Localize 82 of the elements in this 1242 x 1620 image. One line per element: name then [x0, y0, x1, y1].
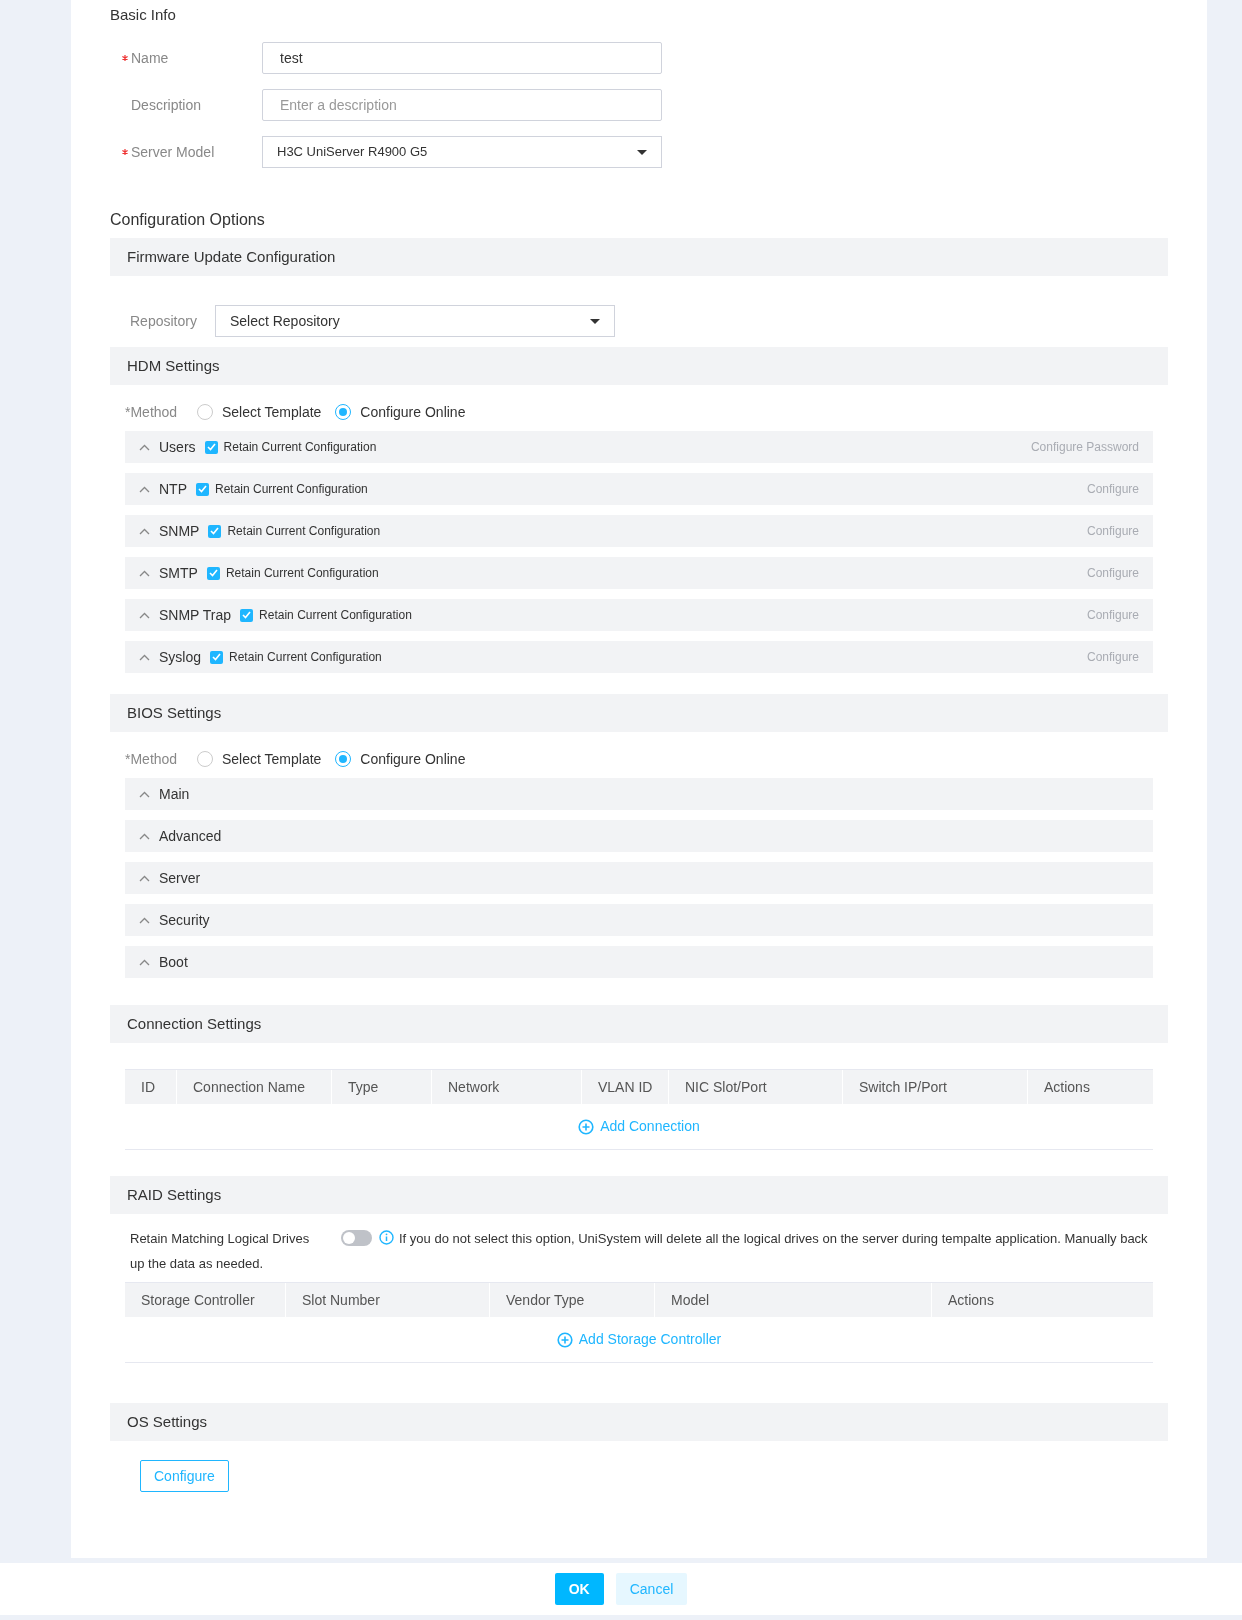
section-title: RAID Settings: [127, 1184, 222, 1205]
checkmark-icon: [198, 485, 207, 493]
select-field[interactable]: Select Repository: [214, 305, 615, 337]
field-label: Server Model: [131, 142, 215, 162]
chevron-up-icon: [139, 790, 150, 798]
collapse-row[interactable]: Boot: [125, 946, 1153, 978]
caret-icon: [637, 149, 647, 155]
column-header: Vendor Type: [489, 1283, 654, 1317]
field-label: *Method: [125, 402, 179, 422]
checkbox[interactable]: Retain Current Configuration: [210, 648, 382, 666]
chevron-up-icon: [139, 653, 150, 661]
chevron-up-icon: [139, 958, 150, 966]
section-title: HDM Settings: [127, 355, 220, 376]
chevron-up-icon: [139, 569, 150, 577]
checkbox[interactable]: Retain Current Configuration: [204, 438, 377, 456]
chevron-up-icon: [139, 832, 150, 840]
row-title: Users: [159, 437, 196, 457]
chevron-up-icon: [139, 916, 150, 924]
toggle-switch[interactable]: [341, 1230, 372, 1246]
checkbox[interactable]: Retain Current Configuration: [196, 480, 368, 498]
field-label: *Method: [125, 749, 179, 769]
chevron-up-icon: [139, 611, 150, 619]
section-title: OS Settings: [127, 1411, 208, 1432]
chevron-up-icon: [139, 874, 150, 882]
row-title: SNMP: [159, 521, 200, 541]
plus-circle-icon: [556, 1331, 573, 1348]
column-header: Actions: [1027, 1070, 1153, 1104]
column-header: VLAN ID: [581, 1070, 668, 1104]
row-title: Advanced: [159, 826, 222, 846]
section-title: Configuration Options: [110, 210, 266, 230]
row-title: Main: [159, 784, 190, 804]
select-field[interactable]: H3C UniServer R4900 G5: [262, 136, 662, 168]
collapse-row[interactable]: Main: [125, 778, 1153, 810]
checkbox[interactable]: Retain Current Configuration: [206, 564, 379, 582]
collapse-row[interactable]: Advanced: [125, 820, 1153, 852]
collapse-row[interactable]: Server: [125, 862, 1153, 894]
column-header: ID: [140, 1077, 156, 1097]
radio-option[interactable]: Select Template: [197, 401, 322, 423]
column-header: Actions: [931, 1283, 1153, 1317]
column-header: NIC Slot/Port: [668, 1070, 842, 1104]
section-title: BIOS Settings: [127, 702, 222, 723]
chevron-up-icon: [139, 527, 150, 535]
field-label: Name: [131, 48, 169, 68]
column-header: Storage Controller: [140, 1290, 256, 1310]
row-title: Server: [159, 868, 201, 888]
checkmark-icon: [206, 443, 216, 451]
input-field[interactable]: test: [262, 42, 662, 74]
radio-option[interactable]: Configure Online: [335, 748, 466, 770]
radio-option[interactable]: Select Template: [197, 748, 322, 770]
row-title: SMTP: [159, 563, 198, 583]
info-icon: [379, 1230, 394, 1245]
field-label: Retain Matching Logical Drives: [130, 1230, 311, 1248]
input-field[interactable]: Enter a description: [262, 89, 662, 121]
column-header: Slot Number: [285, 1283, 489, 1317]
radio-option[interactable]: Configure Online: [335, 401, 466, 423]
chevron-up-icon: [139, 485, 150, 493]
info-text: Retain Matching Logical Drives If you do not select this option, UniSystem will delete all the logical drives on the server during tempalte application. Manually back up the data as needed.: [130, 1226, 1148, 1276]
field-label: Repository: [130, 311, 197, 331]
checkmark-icon: [242, 611, 252, 619]
section-title: Connection Settings: [127, 1013, 262, 1034]
section-title: Basic Info: [110, 6, 177, 24]
column-header: Switch IP/Port: [842, 1070, 1027, 1104]
row-title: Syslog: [159, 647, 202, 667]
checkmark-icon: [212, 653, 222, 661]
column-header: Connection Name: [176, 1070, 331, 1104]
collapse-row[interactable]: Security: [125, 904, 1153, 936]
row-title: Security: [159, 910, 210, 930]
caret-icon: [589, 318, 600, 324]
checkmark-icon: [208, 569, 218, 577]
field-label: Description: [131, 95, 202, 115]
checkbox[interactable]: Retain Current Configuration: [208, 522, 381, 540]
checkbox[interactable]: Retain Current Configuration: [240, 606, 412, 624]
row-title: Boot: [159, 952, 188, 972]
column-header: Type: [331, 1070, 431, 1104]
chevron-up-icon: [139, 443, 150, 451]
column-header: Model: [654, 1283, 931, 1317]
plus-circle-icon: [578, 1118, 595, 1135]
row-title: NTP: [159, 479, 187, 499]
row-title: SNMP Trap: [159, 605, 232, 625]
column-header: Network: [431, 1070, 581, 1104]
section-title: Firmware Update Configuration: [127, 246, 336, 267]
checkmark-icon: [210, 527, 220, 535]
